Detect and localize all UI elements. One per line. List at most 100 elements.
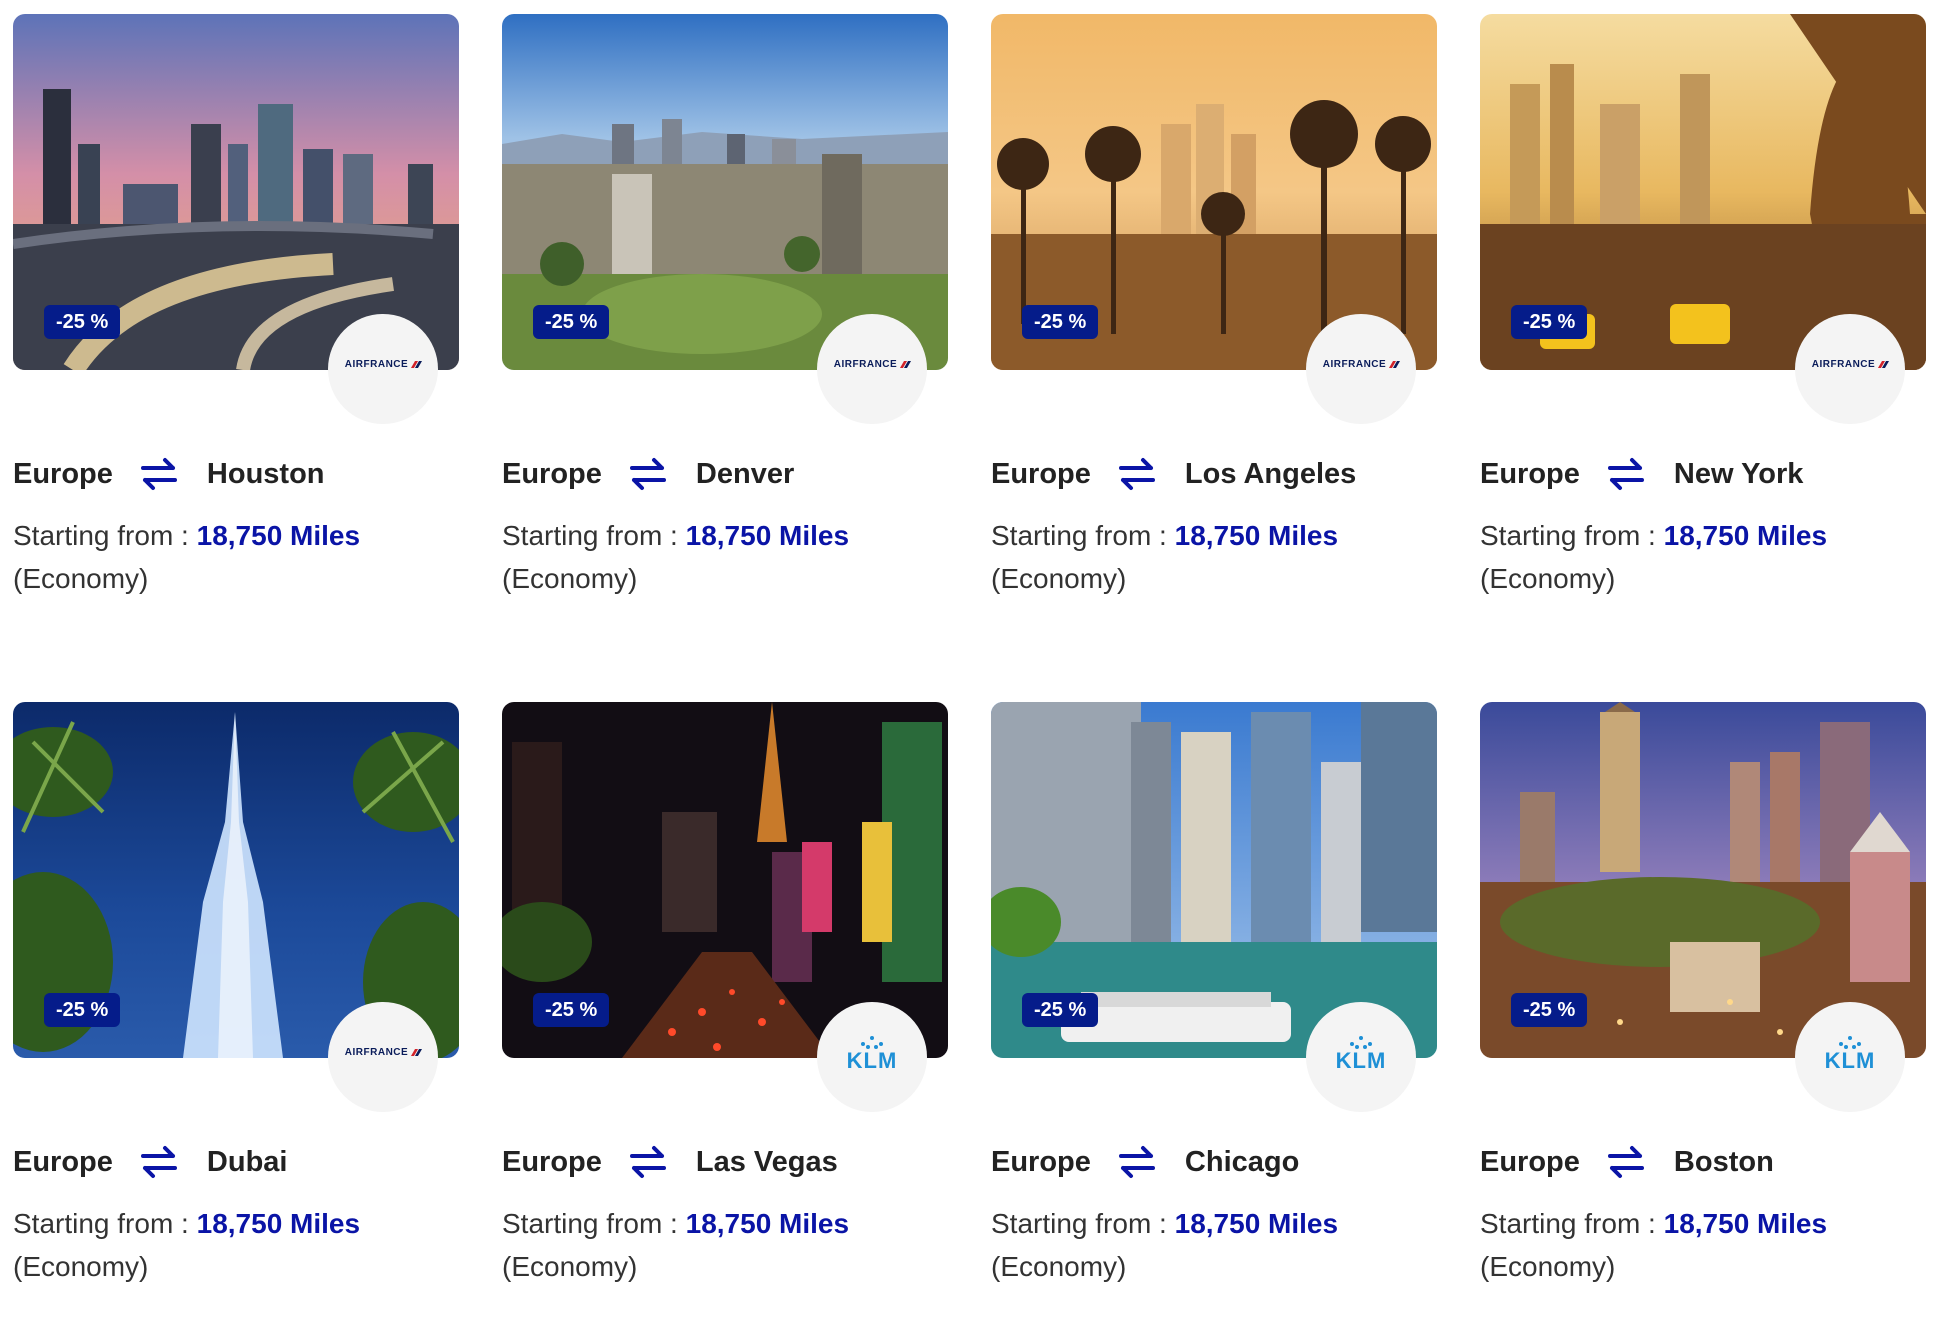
offer-card-dubai[interactable]: -25 % AIRFRANCE Europe Dubai Starting fr… bbox=[13, 702, 459, 1322]
price-info: Starting from : 18,750 Miles (Economy) bbox=[991, 1202, 1431, 1288]
miles-amount: 18,750 Miles bbox=[685, 1208, 850, 1239]
offer-card-houston[interactable]: -25 % AIRFRANCE Europe Houston Starting … bbox=[13, 14, 459, 634]
miles-amount: 18,750 Miles bbox=[685, 520, 850, 551]
klm-logo-icon: KLM bbox=[1336, 1036, 1387, 1072]
discount-badge: -25 % bbox=[44, 305, 121, 339]
cabin-class: (Economy) bbox=[991, 1251, 1127, 1282]
route-title: Europe Chicago bbox=[991, 1145, 1299, 1179]
route-destination: Dubai bbox=[206, 1145, 288, 1178]
discount-badge: -25 % bbox=[1511, 305, 1588, 339]
airline-logo: KLM bbox=[1306, 1002, 1416, 1112]
route-destination: Denver bbox=[695, 457, 795, 490]
klm-logo-icon: KLM bbox=[847, 1036, 898, 1072]
cabin-class: (Economy) bbox=[1480, 1251, 1616, 1282]
cabin-class: (Economy) bbox=[1480, 563, 1616, 594]
swap-arrows-icon bbox=[1607, 1146, 1644, 1178]
route-destination: Los Angeles bbox=[1184, 457, 1357, 490]
price-label: Starting from : bbox=[502, 1208, 678, 1239]
price-info: Starting from : 18,750 Miles (Economy) bbox=[13, 514, 453, 600]
airline-name: AIRFRANCE bbox=[344, 1046, 409, 1058]
offer-card-chicago[interactable]: -25 % KLM Europe Chicago Starting from :… bbox=[991, 702, 1437, 1322]
airline-name: AIRFRANCE bbox=[1811, 358, 1876, 370]
offer-card-denver[interactable]: -25 % AIRFRANCE Europe Denver Starting f… bbox=[502, 14, 948, 634]
route-origin: Europe bbox=[1480, 457, 1580, 490]
swap-arrows-icon bbox=[1118, 1146, 1155, 1178]
airline-name: KLM bbox=[846, 1048, 898, 1073]
airfrance-logo-icon: AIRFRANCE bbox=[345, 359, 421, 370]
miles-amount: 18,750 Miles bbox=[1663, 1208, 1828, 1239]
swap-arrows-icon bbox=[140, 458, 177, 490]
cabin-class: (Economy) bbox=[991, 563, 1127, 594]
offer-card-new-york[interactable]: -25 % AIRFRANCE Europe New York Starting… bbox=[1480, 14, 1926, 634]
cabin-class: (Economy) bbox=[502, 563, 638, 594]
price-label: Starting from : bbox=[991, 1208, 1167, 1239]
route-origin: Europe bbox=[13, 1145, 113, 1178]
discount-badge: -25 % bbox=[533, 305, 610, 339]
airfrance-logo-icon: AIRFRANCE bbox=[834, 359, 910, 370]
route-title: Europe Dubai bbox=[13, 1145, 287, 1179]
cabin-class: (Economy) bbox=[502, 1251, 638, 1282]
discount-badge: -25 % bbox=[533, 993, 610, 1027]
route-origin: Europe bbox=[13, 457, 113, 490]
price-info: Starting from : 18,750 Miles (Economy) bbox=[991, 514, 1431, 600]
miles-amount: 18,750 Miles bbox=[1174, 520, 1339, 551]
swap-arrows-icon bbox=[629, 458, 666, 490]
offer-card-los-angeles[interactable]: -25 % AIRFRANCE Europe Los Angeles Start… bbox=[991, 14, 1437, 634]
discount-badge: -25 % bbox=[1022, 993, 1099, 1027]
route-title: Europe Denver bbox=[502, 457, 794, 491]
miles-amount: 18,750 Miles bbox=[1663, 520, 1828, 551]
route-origin: Europe bbox=[502, 1145, 602, 1178]
offer-card-las-vegas[interactable]: -25 % KLM Europe Las Vegas Starting from… bbox=[502, 702, 948, 1322]
airfrance-logo-icon: AIRFRANCE bbox=[1812, 359, 1888, 370]
route-destination: Chicago bbox=[1184, 1145, 1300, 1178]
cabin-class: (Economy) bbox=[13, 1251, 149, 1282]
price-info: Starting from : 18,750 Miles (Economy) bbox=[13, 1202, 453, 1288]
route-title: Europe Houston bbox=[13, 457, 325, 491]
price-info: Starting from : 18,750 Miles (Economy) bbox=[502, 1202, 942, 1288]
airline-logo: AIRFRANCE bbox=[817, 314, 927, 424]
route-destination: New York bbox=[1673, 457, 1804, 490]
discount-badge: -25 % bbox=[1511, 993, 1588, 1027]
discount-badge: -25 % bbox=[1022, 305, 1099, 339]
route-title: Europe Boston bbox=[1480, 1145, 1774, 1179]
route-origin: Europe bbox=[502, 457, 602, 490]
route-destination: Houston bbox=[206, 457, 325, 490]
price-label: Starting from : bbox=[13, 1208, 189, 1239]
swap-arrows-icon bbox=[140, 1146, 177, 1178]
route-destination: Las Vegas bbox=[695, 1145, 838, 1178]
route-destination: Boston bbox=[1673, 1145, 1774, 1178]
price-info: Starting from : 18,750 Miles (Economy) bbox=[1480, 514, 1920, 600]
price-info: Starting from : 18,750 Miles (Economy) bbox=[502, 514, 942, 600]
route-origin: Europe bbox=[991, 457, 1091, 490]
route-origin: Europe bbox=[991, 1145, 1091, 1178]
klm-logo-icon: KLM bbox=[1825, 1036, 1876, 1072]
route-title: Europe Los Angeles bbox=[991, 457, 1356, 491]
airline-logo: AIRFRANCE bbox=[328, 314, 438, 424]
airline-logo: AIRFRANCE bbox=[1795, 314, 1905, 424]
airline-name: KLM bbox=[1335, 1048, 1387, 1073]
price-label: Starting from : bbox=[991, 520, 1167, 551]
airline-logo: KLM bbox=[817, 1002, 927, 1112]
swap-arrows-icon bbox=[629, 1146, 666, 1178]
route-title: Europe Las Vegas bbox=[502, 1145, 838, 1179]
swap-arrows-icon bbox=[1607, 458, 1644, 490]
airline-name: AIRFRANCE bbox=[833, 358, 898, 370]
miles-amount: 18,750 Miles bbox=[196, 1208, 361, 1239]
cabin-class: (Economy) bbox=[13, 563, 149, 594]
price-info: Starting from : 18,750 Miles (Economy) bbox=[1480, 1202, 1920, 1288]
offers-grid: -25 % AIRFRANCE Europe Houston Starting … bbox=[0, 0, 1936, 1282]
price-label: Starting from : bbox=[502, 520, 678, 551]
airfrance-logo-icon: AIRFRANCE bbox=[345, 1047, 421, 1058]
airline-name: KLM bbox=[1824, 1048, 1876, 1073]
airfrance-logo-icon: AIRFRANCE bbox=[1323, 359, 1399, 370]
airline-logo: KLM bbox=[1795, 1002, 1905, 1112]
price-label: Starting from : bbox=[13, 520, 189, 551]
offer-card-boston[interactable]: -25 % KLM Europe Boston Starting from : … bbox=[1480, 702, 1926, 1322]
airline-name: AIRFRANCE bbox=[344, 358, 409, 370]
swap-arrows-icon bbox=[1118, 458, 1155, 490]
miles-amount: 18,750 Miles bbox=[196, 520, 361, 551]
airline-logo: AIRFRANCE bbox=[1306, 314, 1416, 424]
airline-logo: AIRFRANCE bbox=[328, 1002, 438, 1112]
route-origin: Europe bbox=[1480, 1145, 1580, 1178]
price-label: Starting from : bbox=[1480, 1208, 1656, 1239]
